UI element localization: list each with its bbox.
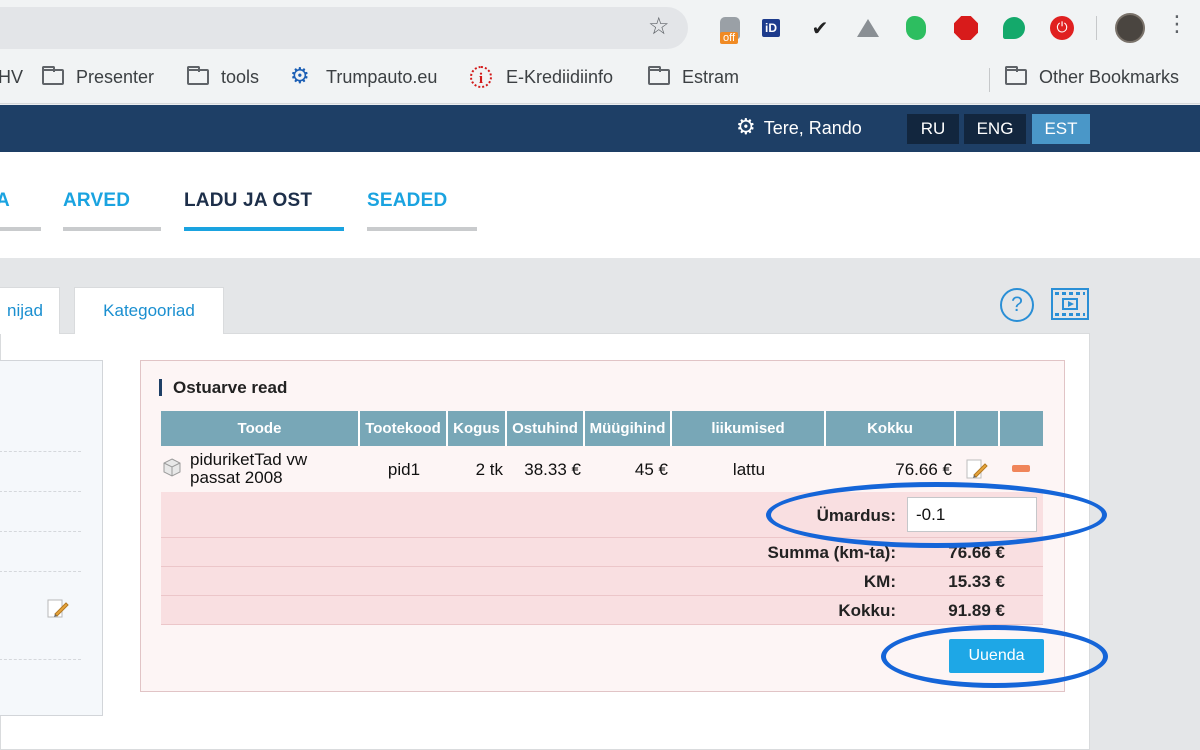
divider (0, 531, 81, 532)
left-info-box (0, 360, 103, 716)
product-name[interactable]: piduriketTad vw passat 2008 (190, 451, 307, 487)
profile-avatar[interactable] (1115, 13, 1145, 43)
extension-evernote-icon[interactable] (902, 14, 930, 42)
bookmark-label: Estram (682, 66, 740, 87)
bookmark-label: Other Bookmarks (1039, 66, 1180, 87)
row-total: 76.66 € (895, 460, 952, 479)
address-bar[interactable] (0, 7, 688, 49)
lang-eng-button[interactable]: ENG (964, 114, 1026, 144)
subtab-kategooriad[interactable]: Kategooriad (74, 287, 224, 334)
bookmark-hv[interactable]: HV (0, 66, 23, 88)
bookmark-estram[interactable]: Estram (648, 66, 739, 88)
folder-icon (187, 66, 209, 85)
column-header-kokku: Kokku (826, 411, 956, 446)
highlight-ellipse-rounding (766, 482, 1107, 548)
play-icon (1062, 298, 1078, 310)
remove-row-icon[interactable] (1012, 465, 1030, 472)
app-header: ⚙ Tere, Rando RU ENG EST (0, 105, 1200, 152)
divider (0, 571, 81, 572)
divider (0, 451, 81, 452)
bookmark-presenter[interactable]: Presenter (42, 66, 154, 88)
toolbar-divider (1096, 16, 1097, 40)
bookmark-star-icon[interactable]: ☆ (648, 12, 670, 40)
extension-drive-icon[interactable] (854, 14, 882, 42)
column-header-tootekood: Tootekood (360, 411, 448, 446)
video-tutorial-icon[interactable] (1051, 288, 1089, 320)
purchase-price: 38.33 € (524, 460, 581, 479)
bookmarks-divider (989, 68, 990, 92)
nav-tab-label: SEADED (367, 190, 448, 211)
lang-est-button[interactable]: EST (1032, 114, 1090, 144)
extension-check-icon[interactable]: ✔ (806, 14, 834, 42)
settings-gear-icon[interactable]: ⚙ (736, 117, 756, 139)
bookmark-label: tools (221, 66, 260, 87)
vat-label: KM: (863, 572, 896, 591)
help-icon[interactable]: ? (1000, 288, 1034, 322)
column-header-remove (1000, 411, 1043, 446)
movement: lattu (732, 460, 766, 479)
sale-price: 45 € (634, 460, 668, 479)
folder-icon (1005, 66, 1027, 85)
section-title: Ostuarve read (159, 379, 287, 396)
extension-adblock-icon[interactable] (952, 14, 980, 42)
sum-label: Summa (km-ta): (767, 543, 896, 562)
bookmarks-bar: HV Presenter tools ⚙ Trumpauto.eu i E-Kred… (0, 56, 1200, 104)
gear-icon: ⚙ (290, 64, 310, 89)
tab-underline (367, 227, 477, 231)
bookmark-label: E-Krediidiinfo (506, 66, 614, 87)
main-nav: A ARVED LADU JA OST SEADED (0, 152, 1200, 258)
highlight-ellipse-update (881, 625, 1108, 688)
nav-tab-ladu-ja-ost[interactable]: LADU JA OST (184, 190, 344, 231)
divider (0, 659, 81, 660)
bookmark-label: HV (0, 66, 24, 87)
folder-icon (648, 66, 670, 85)
column-header-muugihind: Müügihind (585, 411, 672, 446)
column-header-liikumised: liikumised (672, 411, 826, 446)
nav-tab-label: ARVED (63, 190, 131, 211)
column-header-edit (956, 411, 1000, 446)
extension-badge: off (720, 32, 739, 44)
info-icon: i (470, 66, 492, 88)
browser-toolbar: ☆ off iD ✔ ⏻ ⋮ (0, 0, 1200, 56)
bookmark-ekrediidiinfo[interactable]: i E-Krediidiinfo (470, 66, 613, 88)
nav-tab-a[interactable]: A (0, 190, 41, 231)
extension-id-label: iD (762, 19, 780, 37)
extension-power-icon[interactable]: ⏻ (1048, 14, 1076, 42)
bookmark-trumpauto[interactable]: ⚙ Trumpauto.eu (290, 66, 437, 88)
product-box-icon (163, 458, 181, 477)
column-header-ostuhind: Ostuhind (507, 411, 585, 446)
bookmark-label: Trumpauto.eu (326, 66, 438, 87)
tab-underline-active (184, 227, 344, 231)
user-greeting[interactable]: ⚙ Tere, Rando (736, 117, 862, 139)
edit-pencil-icon[interactable] (46, 596, 70, 620)
bookmark-other[interactable]: Other Bookmarks (1005, 66, 1179, 88)
folder-icon (42, 66, 64, 85)
product-code: pid1 (387, 460, 421, 479)
nav-tab-label: LADU JA OST (184, 190, 313, 211)
lang-ru-button[interactable]: RU (907, 114, 959, 144)
bookmark-tools[interactable]: tools (187, 66, 259, 88)
subtab-partial[interactable]: nijad (0, 287, 60, 334)
nav-tab-arved[interactable]: ARVED (63, 190, 161, 231)
edit-row-icon[interactable] (964, 457, 990, 481)
vat-value: 15.33 € (948, 572, 1005, 591)
tab-underline (0, 227, 41, 231)
total-value: 91.89 € (948, 601, 1005, 620)
product-name-line: piduriketTad vw (190, 450, 308, 469)
product-name-line: passat 2008 (190, 468, 283, 487)
product-qty: 2 tk (475, 460, 503, 479)
bookmark-label: Presenter (76, 66, 155, 87)
extension-fox-icon[interactable]: off (716, 14, 744, 44)
total-label: Kokku: (838, 601, 896, 620)
browser-menu-icon[interactable]: ⋮ (1166, 12, 1188, 37)
divider (0, 491, 81, 492)
tab-underline (63, 227, 161, 231)
extension-chat-icon[interactable] (1000, 14, 1028, 42)
column-header-toode: Toode (161, 411, 360, 446)
greeting-text: Tere, Rando (763, 117, 862, 138)
nav-tab-seaded[interactable]: SEADED (367, 190, 477, 231)
nav-tab-label: A (0, 190, 10, 211)
column-header-kogus: Kogus (448, 411, 507, 446)
extension-id-icon[interactable]: iD (757, 14, 785, 42)
